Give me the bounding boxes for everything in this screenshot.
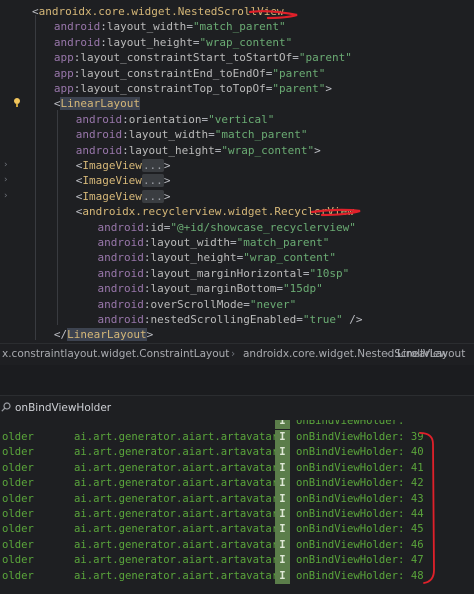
annotation-underline-recyclerview (310, 208, 361, 217)
annotation-marks (248, 10, 435, 584)
annotation-bracket-positions (419, 432, 435, 584)
annotation-underline-nestedscrollview (248, 10, 298, 20)
